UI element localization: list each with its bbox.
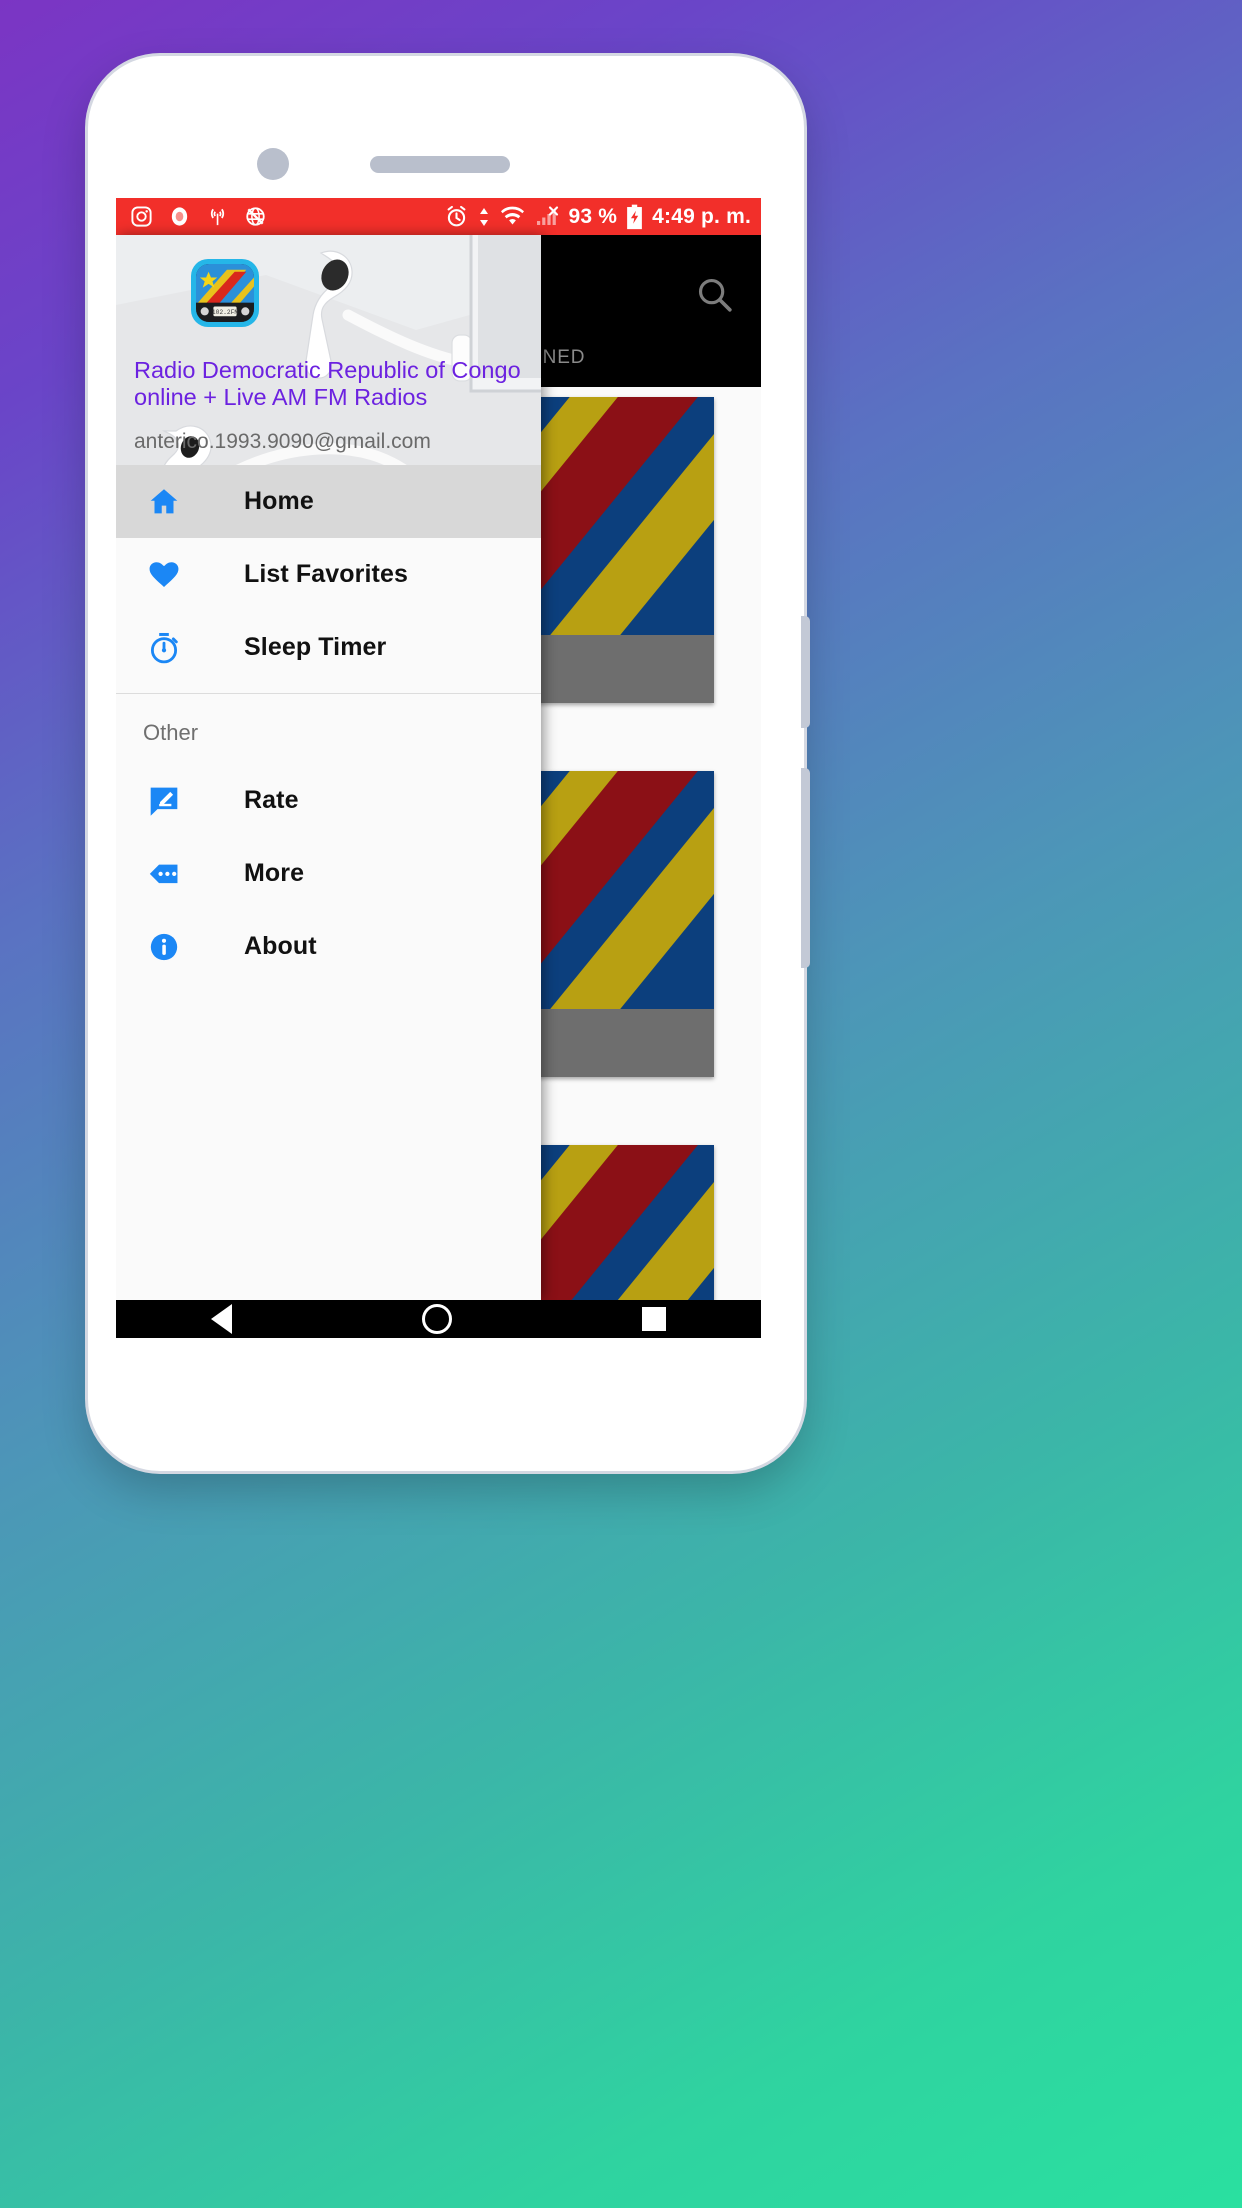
drawer-item-label: List Favorites <box>244 560 408 588</box>
app-icon: 102.2FM <box>191 259 259 327</box>
signal-off-icon <box>537 205 559 225</box>
phone-frame: 93 % 4:49 p. m. blic of... MOST LISTENED <box>88 56 810 1471</box>
front-camera <box>257 148 289 180</box>
drawer-item-label: Rate <box>244 786 299 814</box>
timer-icon <box>142 631 186 665</box>
navigation-drawer: 102.2FM Radio Democratic Republic of Con… <box>116 235 541 1300</box>
earpiece-speaker <box>370 156 510 173</box>
app-icon-inner: 102.2FM <box>196 264 254 322</box>
drawer-item-about[interactable]: About <box>116 910 541 983</box>
drawer-header: 102.2FM Radio Democratic Republic of Con… <box>116 235 541 465</box>
drawer-item-list-favorites[interactable]: List Favorites <box>116 538 541 611</box>
drawer-item-label: More <box>244 859 305 887</box>
back-triangle-icon[interactable] <box>211 1304 232 1334</box>
wifi-icon <box>501 206 525 224</box>
info-icon <box>142 930 186 964</box>
drawer-item-label: About <box>244 932 317 960</box>
instagram-icon <box>131 206 152 227</box>
app-icon-artwork: 102.2FM <box>196 264 254 322</box>
status-bar-right-icons: 93 % 4:49 p. m. <box>444 204 751 230</box>
alarm-icon <box>447 205 466 227</box>
drawer-item-more[interactable]: More <box>116 837 541 910</box>
svg-text:102.2FM: 102.2FM <box>212 309 239 316</box>
no-internet-icon <box>246 207 265 226</box>
battery-charging-icon <box>627 204 642 229</box>
home-icon <box>142 485 186 519</box>
heart-icon <box>142 558 186 592</box>
status-bar-left-icons <box>130 205 267 228</box>
section-header-other: Other <box>143 720 199 745</box>
account-email: anterico.1993.9090@gmail.com <box>134 430 431 453</box>
drawer-item-label: Sleep Timer <box>244 633 387 661</box>
battery-percent: 93 % <box>568 204 618 228</box>
drawer-item-rate[interactable]: Rate <box>116 764 541 837</box>
drawer-item-home[interactable]: Home <box>116 465 541 538</box>
record-icon <box>171 207 188 226</box>
phone-screen: 93 % 4:49 p. m. blic of... MOST LISTENED <box>116 198 761 1338</box>
data-transfer-icon <box>480 207 489 226</box>
broadcast-icon <box>210 208 225 226</box>
drawer-item-sleep-timer[interactable]: Sleep Timer <box>116 611 541 684</box>
status-bar-clock: 4:49 p. m. <box>652 204 751 228</box>
drawer-item-label: Home <box>244 487 314 515</box>
volume-button[interactable] <box>801 616 810 728</box>
recents-square-icon[interactable] <box>642 1307 666 1331</box>
rate-edit-icon <box>142 784 186 818</box>
android-nav-bar <box>116 1300 761 1338</box>
app-title: Radio Democratic Republic of Congo onlin… <box>134 357 521 411</box>
drawer-menu: Home List Favorites Sleep Timer Other Ra… <box>116 465 541 983</box>
search-icon[interactable] <box>695 275 733 313</box>
home-circle-icon[interactable] <box>422 1304 452 1334</box>
status-bar: 93 % 4:49 p. m. <box>116 198 761 235</box>
power-button[interactable] <box>801 768 810 968</box>
more-apps-icon <box>142 857 186 891</box>
